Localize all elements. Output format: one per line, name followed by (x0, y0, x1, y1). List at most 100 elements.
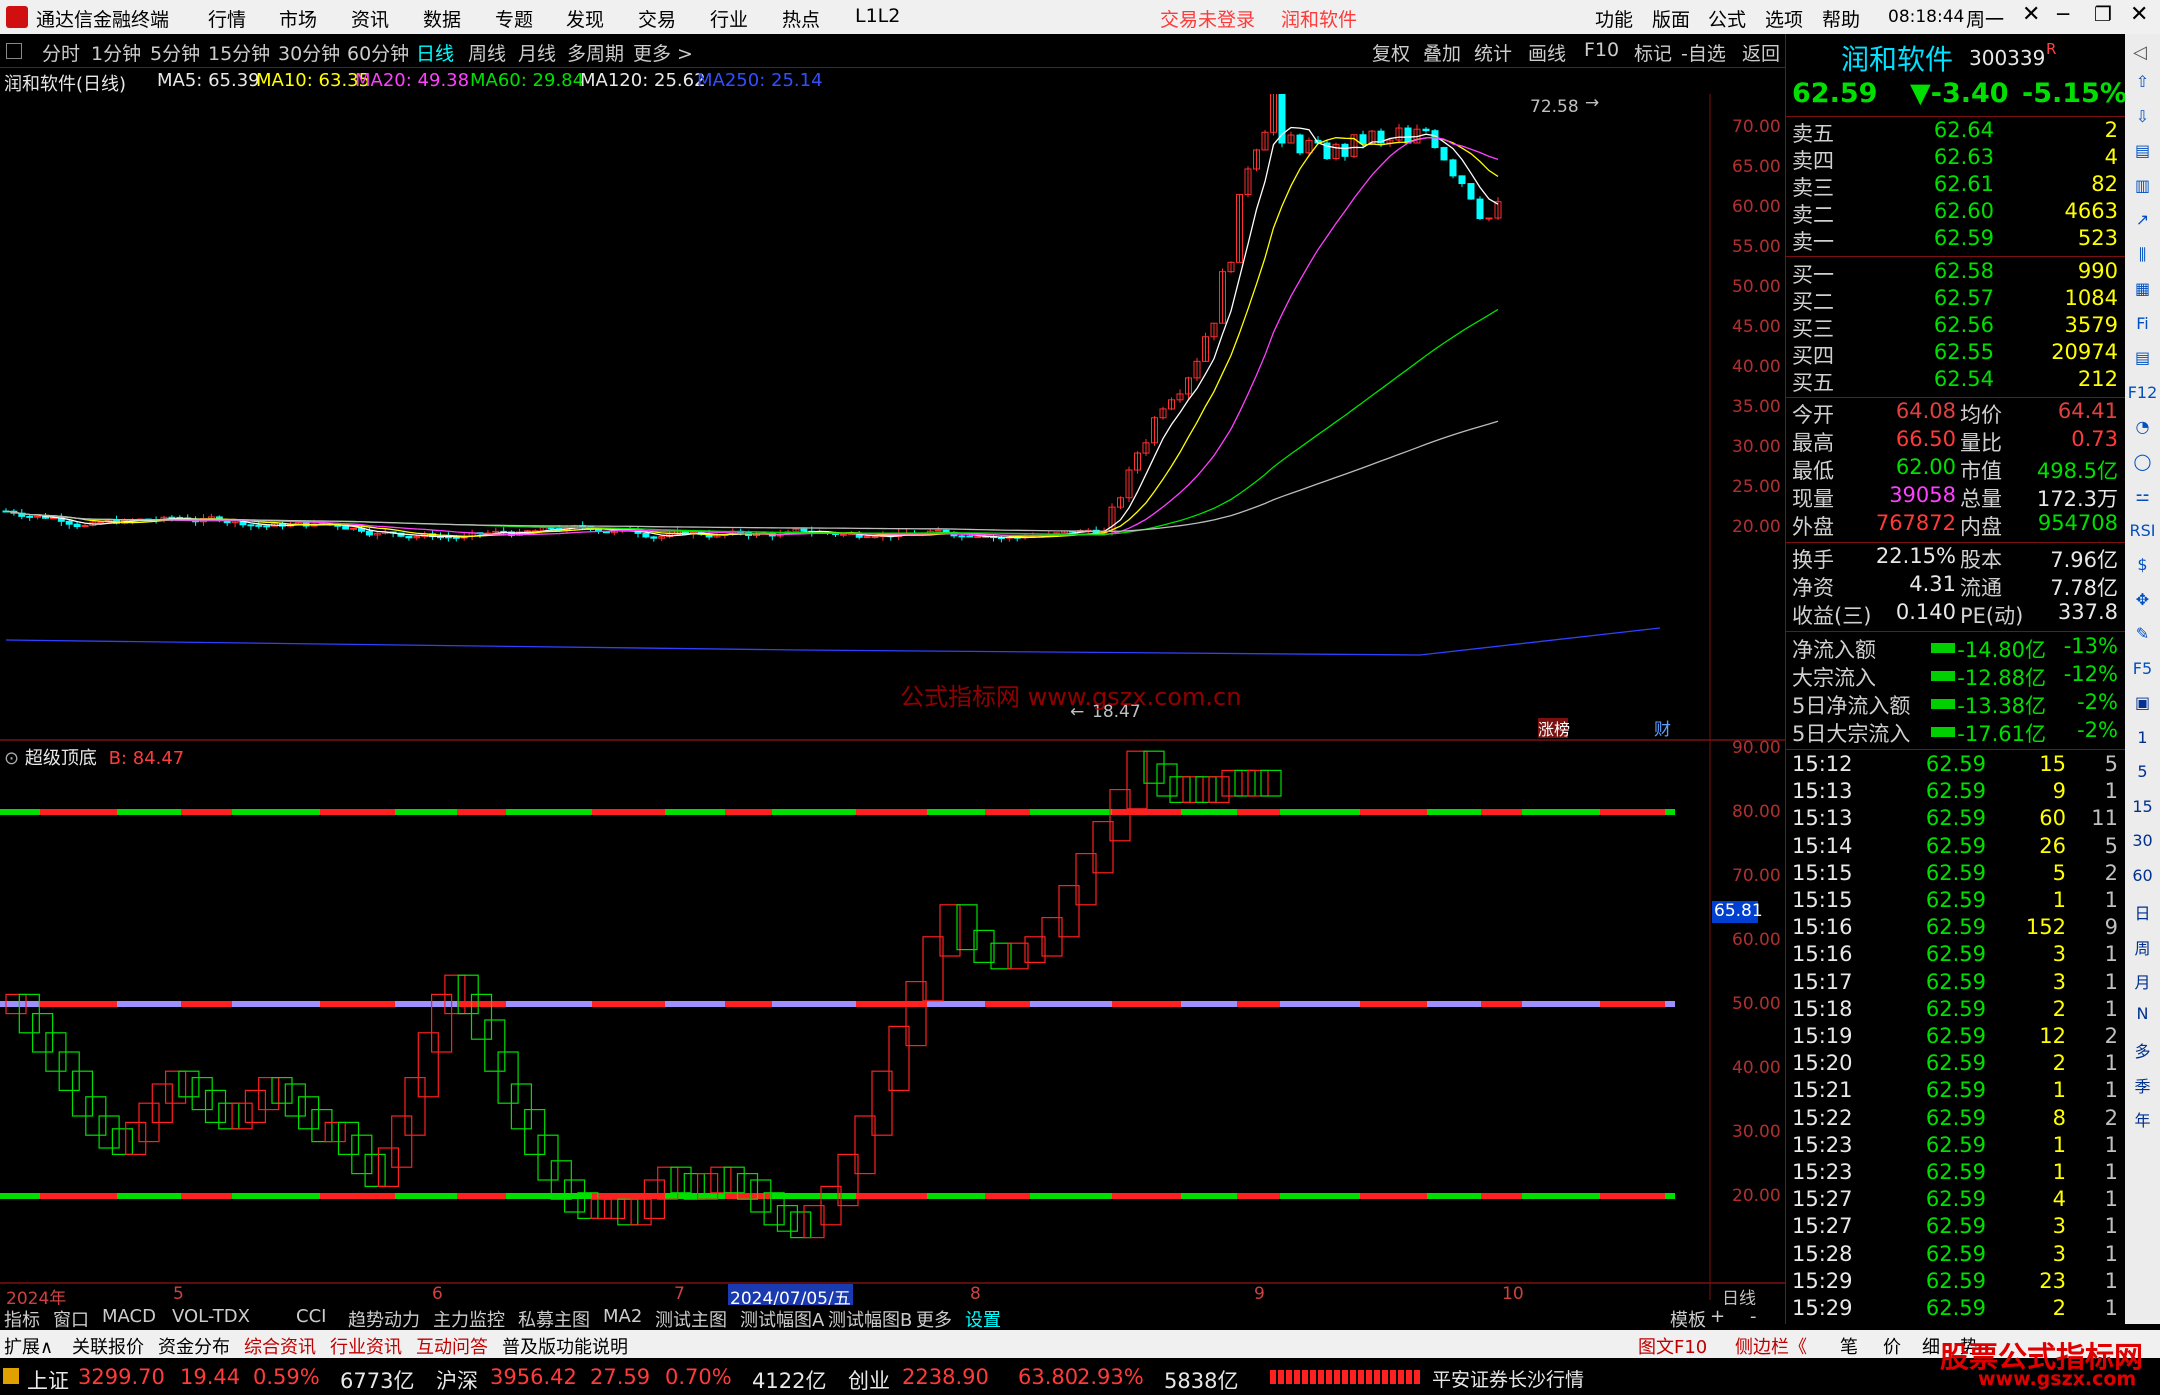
tool-mark[interactable]: 标记 (1634, 39, 1672, 66)
tab-5min[interactable]: 5分钟 (150, 39, 200, 66)
indicator-tab-11[interactable]: 测试幅图B (828, 1306, 912, 1332)
bottom-tab-2[interactable]: 资金分布 (158, 1333, 230, 1359)
side-tool-8[interactable]: ▤ (2125, 348, 2160, 367)
menu-market[interactable]: 市场 (279, 5, 317, 32)
flow-row[interactable]: 5日大宗流入 -17.61亿 -2% (1786, 718, 2126, 746)
bid-row[interactable]: 买四 62.55 20974 (1786, 340, 2126, 368)
tab-right-2[interactable]: - (1750, 1306, 1757, 1327)
indicator-tab-6[interactable]: 主力监控 (433, 1306, 505, 1332)
tab-right-0[interactable]: 模板 (1670, 1306, 1706, 1332)
tick-row[interactable]: 15:14 62.59 26 5 (1786, 834, 2126, 861)
tick-row[interactable]: 15:27 62.59 3 1 (1786, 1214, 2126, 1241)
tick-row[interactable]: 15:21 62.59 1 1 (1786, 1078, 2126, 1105)
indicator-tab-4[interactable]: CCI (296, 1306, 326, 1327)
tick-row[interactable]: 15:27 62.59 4 1 (1786, 1187, 2126, 1214)
indicator-tab-1[interactable]: 窗口 (53, 1306, 89, 1332)
bottom-tab-5[interactable]: 互动问答 (416, 1333, 488, 1359)
side-tool-11[interactable]: ◯ (2125, 452, 2160, 471)
tool-stats[interactable]: 统计 (1474, 39, 1512, 66)
tick-row[interactable]: 15:17 62.59 3 1 (1786, 970, 2126, 997)
side-tool-9[interactable]: F12 (2125, 383, 2160, 402)
tick-row[interactable]: 15:29 62.59 2 1 (1786, 1296, 2126, 1323)
menu-discover[interactable]: 发现 (566, 5, 604, 32)
close-window-icon[interactable]: ✕ (2130, 2, 2148, 27)
side-tool-23[interactable]: 60 (2125, 866, 2160, 885)
indicator-collapse-icon[interactable]: ⊙ (4, 748, 19, 769)
side-tool-14[interactable]: $ (2125, 555, 2160, 574)
bid-row[interactable]: 买五 62.54 212 (1786, 367, 2126, 395)
indicator-tab-7[interactable]: 私募主图 (518, 1306, 590, 1332)
tool-f10[interactable]: F10 (1584, 39, 1619, 61)
tab-right-1[interactable]: + (1710, 1306, 1725, 1327)
tick-row[interactable]: 15:13 62.59 60 11 (1786, 806, 2126, 833)
indicator-tab-5[interactable]: 趋势动力 (348, 1306, 420, 1332)
tick-row[interactable]: 15:15 62.59 5 2 (1786, 861, 2126, 888)
side-tool-15[interactable]: ✥ (2125, 590, 2160, 609)
side-tool-10[interactable]: ◔ (2125, 417, 2160, 436)
tab-daily[interactable]: 日线 (416, 39, 454, 66)
side-tool-27[interactable]: N (2125, 1004, 2160, 1023)
side-tool-19[interactable]: 1 (2125, 728, 2160, 747)
ask-row[interactable]: 卖二 62.60 4663 (1786, 199, 2126, 227)
tick-row[interactable]: 15:29 62.59 23 1 (1786, 1269, 2126, 1296)
side-tool-4[interactable]: ↗ (2125, 210, 2160, 229)
stat-row[interactable]: 外盘 767872 内盘 954708 (1786, 511, 2126, 539)
tool-draw[interactable]: 画线 (1528, 39, 1566, 66)
bid-row[interactable]: 买一 62.58 990 (1786, 259, 2126, 287)
side-tool-30[interactable]: 年 (2125, 1107, 2160, 1131)
ask-row[interactable]: 卖五 62.64 2 (1786, 118, 2126, 146)
tick-row[interactable]: 15:15 62.59 1 1 (1786, 888, 2126, 915)
side-tool-1[interactable]: ⇩ (2125, 107, 2160, 126)
side-tool-20[interactable]: 5 (2125, 762, 2160, 781)
minimize-icon[interactable]: ─ (2057, 2, 2069, 26)
menu-layout[interactable]: 版面 (1652, 5, 1690, 32)
menu-trade[interactable]: 交易 (638, 5, 676, 32)
tool-watchlist[interactable]: -自选 (1681, 39, 1726, 66)
bottom-tab-4[interactable]: 行业资讯 (330, 1333, 402, 1359)
tool-overlay[interactable]: 叠加 (1423, 39, 1461, 66)
bid-row[interactable]: 买二 62.57 1084 (1786, 286, 2126, 314)
bottom-right-4[interactable]: 细 (1922, 1333, 1940, 1359)
menu-topics[interactable]: 专题 (495, 5, 533, 32)
tick-row[interactable]: 15:16 62.59 3 1 (1786, 942, 2126, 969)
menu-hot[interactable]: 热点 (782, 5, 820, 32)
tab-weekly[interactable]: 周线 (468, 39, 506, 66)
indicator-tab-3[interactable]: VOL-TDX (172, 1306, 250, 1327)
tick-row[interactable]: 15:28 62.59 3 1 (1786, 1242, 2126, 1269)
flow-row[interactable]: 大宗流入 -12.88亿 -12% (1786, 662, 2126, 690)
ask-row[interactable]: 卖一 62.59 523 (1786, 226, 2126, 254)
indicator-tab-8[interactable]: MA2 (603, 1306, 642, 1327)
tick-row[interactable]: 15:16 62.59 152 9 (1786, 915, 2126, 942)
side-tool-28[interactable]: 多 (2125, 1038, 2160, 1062)
menu-l1l2[interactable]: L1L2 (855, 5, 900, 27)
stat-row[interactable]: 现量 39058 总量 172.3万 (1786, 483, 2126, 511)
menu-function[interactable]: 功能 (1595, 5, 1633, 32)
tick-row[interactable]: 15:19 62.59 12 2 (1786, 1024, 2126, 1051)
tab-monthly[interactable]: 月线 (518, 39, 556, 66)
cy-name[interactable]: 创业 (848, 1365, 890, 1395)
tick-row[interactable]: 15:20 62.59 2 1 (1786, 1051, 2126, 1078)
collapse-icon[interactable] (6, 43, 22, 59)
indicator-tab-0[interactable]: 指标 (4, 1306, 40, 1332)
side-tool-16[interactable]: ✎ (2125, 624, 2160, 643)
bottom-tab-6[interactable]: 普及版功能说明 (502, 1333, 628, 1359)
indicator-tab-10[interactable]: 测试幅图A (740, 1306, 824, 1332)
bottom-tab-1[interactable]: 关联报价 (72, 1333, 144, 1359)
menu-industry[interactable]: 行业 (710, 5, 748, 32)
side-tool-6[interactable]: ▦ (2125, 279, 2160, 298)
stock-name-notice[interactable]: 润和软件 (1281, 5, 1357, 32)
tab-60min[interactable]: 60分钟 (347, 39, 409, 66)
menu-quotes[interactable]: 行情 (208, 5, 246, 32)
status-toggle-icon[interactable] (3, 1368, 19, 1384)
sz-name[interactable]: 沪深 (436, 1365, 478, 1395)
side-tool-17[interactable]: F5 (2125, 659, 2160, 678)
side-tool-2[interactable]: ▤ (2125, 141, 2160, 160)
sh-name[interactable]: 上证 (27, 1365, 69, 1395)
ask-row[interactable]: 卖四 62.63 4 (1786, 145, 2126, 173)
stat-row[interactable]: 收益(三) 0.140 PE(动) 337.8 (1786, 600, 2126, 628)
flow-row[interactable]: 5日净流入额 -13.38亿 -2% (1786, 690, 2126, 718)
side-tool-24[interactable]: 日 (2125, 900, 2160, 924)
tab-1min[interactable]: 1分钟 (91, 39, 141, 66)
side-tool-25[interactable]: 周 (2125, 935, 2160, 959)
menu-options[interactable]: 选项 (1765, 5, 1803, 32)
